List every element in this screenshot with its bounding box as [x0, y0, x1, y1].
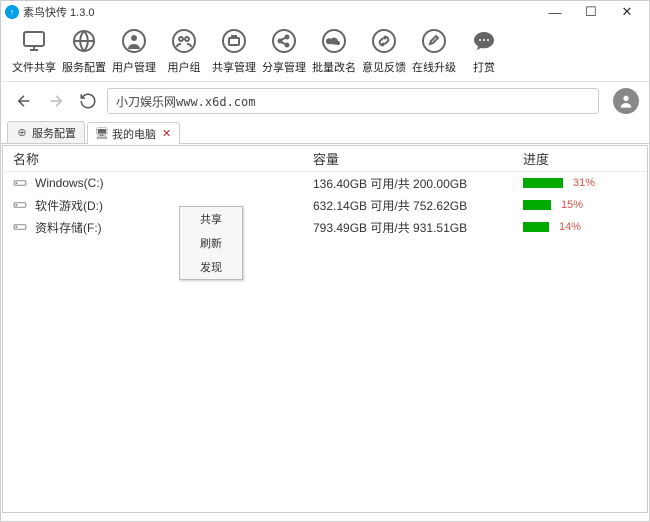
drive-name: 资料存储(F:) — [35, 219, 313, 236]
app-icon: ↑ — [5, 5, 19, 19]
toolbar-label: 打赏 — [473, 59, 495, 75]
toolbar-label: 共享管理 — [212, 59, 256, 75]
link-icon — [370, 27, 398, 55]
globe-icon: ⊕ — [16, 127, 28, 139]
close-icon[interactable]: ✕ — [162, 127, 171, 140]
tab-my-computer[interactable]: 🖥 我的电脑 ✕ — [87, 122, 180, 144]
window-controls: — ☐ ✕ — [537, 1, 645, 23]
toolbar-label: 分享管理 — [262, 59, 306, 75]
progress-bar — [523, 222, 549, 232]
col-progress-header[interactable]: 进度 — [523, 149, 647, 168]
chat-icon — [470, 27, 498, 55]
nav-bar — [1, 82, 649, 120]
content-area: 名称 容量 进度 Windows(C:) 136.40GB 可用/共 200.0… — [2, 145, 648, 513]
account-icon[interactable] — [613, 88, 639, 114]
drive-capacity: 632.14GB 可用/共 752.62GB — [313, 197, 523, 214]
toolbar-upgrade[interactable]: 在线升级 — [409, 27, 459, 75]
drive-capacity: 136.40GB 可用/共 200.00GB — [313, 175, 523, 192]
toolbar-share-manage[interactable]: 共享管理 — [209, 27, 259, 75]
toolbar-label: 意见反馈 — [362, 59, 406, 75]
drive-name: Windows(C:) — [35, 176, 313, 190]
col-name-header[interactable]: 名称 — [13, 149, 313, 168]
forward-button[interactable] — [43, 88, 69, 114]
table-row[interactable]: 资料存储(F:) 793.49GB 可用/共 931.51GB 14% — [3, 216, 647, 238]
drive-name: 软件游戏(D:) — [35, 197, 313, 214]
users-icon — [170, 27, 198, 55]
progress-pct: 14% — [559, 221, 581, 233]
toolbar-label: 文件共享 — [12, 59, 56, 75]
toolbar-batch-rename[interactable]: 批量改名 — [309, 27, 359, 75]
toolbar-donate[interactable]: 打赏 — [459, 27, 509, 75]
refresh-button[interactable] — [75, 88, 101, 114]
toolbar-feedback[interactable]: 意见反馈 — [359, 27, 409, 75]
drive-icon — [13, 198, 29, 212]
toolbar-user-manage[interactable]: 用户管理 — [109, 27, 159, 75]
title-bar: ↑ 素鸟快传 1.3.0 — ☐ ✕ — [1, 1, 649, 23]
progress-pct: 15% — [561, 199, 583, 211]
tab-bar: ⊕ 服务配置 🖥 我的电脑 ✕ — [1, 120, 649, 144]
maximize-button[interactable]: ☐ — [573, 1, 609, 23]
toolbar-user-group[interactable]: 用户组 — [159, 27, 209, 75]
window-title: 素鸟快传 1.3.0 — [23, 4, 95, 20]
main-toolbar: 文件共享 服务配置 用户管理 用户组 共享管理 分享管理 批量改名 意见反馈 在… — [1, 23, 649, 82]
share-icon — [270, 27, 298, 55]
cloud-icon — [320, 27, 348, 55]
toolbar-label: 批量改名 — [312, 59, 356, 75]
context-menu-share[interactable]: 共享 — [180, 207, 242, 231]
tab-service-config[interactable]: ⊕ 服务配置 — [7, 121, 85, 143]
close-button[interactable]: ✕ — [609, 1, 645, 23]
toolbar-service-config[interactable]: 服务配置 — [59, 27, 109, 75]
globe-icon — [70, 27, 98, 55]
table-row[interactable]: Windows(C:) 136.40GB 可用/共 200.00GB 31% — [3, 172, 647, 194]
toolbar-label: 在线升级 — [412, 59, 456, 75]
edit-icon — [420, 27, 448, 55]
toolbar-label: 用户组 — [168, 59, 201, 75]
briefcase-icon — [220, 27, 248, 55]
monitor-icon — [20, 27, 48, 55]
context-menu-refresh[interactable]: 刷新 — [180, 231, 242, 255]
computer-icon: 🖥 — [96, 128, 108, 140]
toolbar-label: 用户管理 — [112, 59, 156, 75]
address-input[interactable] — [107, 88, 599, 114]
user-icon — [120, 27, 148, 55]
minimize-button[interactable]: — — [537, 1, 573, 23]
table-row[interactable]: 软件游戏(D:) 632.14GB 可用/共 752.62GB 15% — [3, 194, 647, 216]
tab-label: 服务配置 — [32, 125, 76, 141]
col-capacity-header[interactable]: 容量 — [313, 149, 523, 168]
progress-bar — [523, 200, 551, 210]
back-button[interactable] — [11, 88, 37, 114]
column-headers: 名称 容量 进度 — [3, 146, 647, 172]
context-menu: 共享 刷新 发现 — [179, 206, 243, 280]
drive-capacity: 793.49GB 可用/共 931.51GB — [313, 219, 523, 236]
toolbar-label: 服务配置 — [62, 59, 106, 75]
drive-icon — [13, 176, 29, 190]
context-menu-discover[interactable]: 发现 — [180, 255, 242, 279]
toolbar-share-link[interactable]: 分享管理 — [259, 27, 309, 75]
tab-label: 我的电脑 — [112, 126, 156, 142]
toolbar-file-share[interactable]: 文件共享 — [9, 27, 59, 75]
progress-bar — [523, 178, 563, 188]
drive-icon — [13, 220, 29, 234]
progress-pct: 31% — [573, 177, 595, 189]
